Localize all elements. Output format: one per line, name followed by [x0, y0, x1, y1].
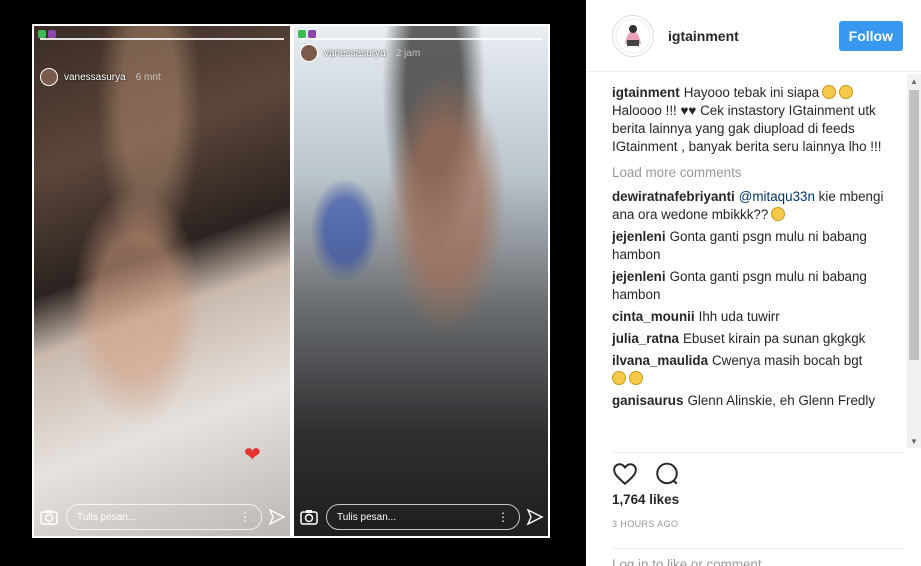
more-dots-icon: ⋮ [239, 510, 251, 524]
send-icon [268, 508, 286, 526]
heart-sticker-icon: ❤ [244, 444, 261, 466]
list-item: ganisaurus Glenn Alinskie, eh Glenn Fredl… [612, 392, 902, 410]
send-icon [526, 508, 544, 526]
comment-text: Ihh uda tuwirr [698, 309, 780, 324]
comment-icon[interactable] [654, 461, 680, 487]
caption-text: Hayooo tebak ini siapa [683, 85, 820, 100]
story-screenshot-left: vanessasurya 6 mnt ❤ Tulis pesan... ⋮ [34, 26, 290, 536]
story-time: 6 mnt [135, 71, 161, 83]
post-image[interactable]: vanessasurya 6 mnt ❤ Tulis pesan... ⋮ va… [32, 24, 550, 538]
comment-text: Glenn Alinskie, eh Glenn Fredly [687, 393, 876, 408]
reply-placeholder: Tulis pesan... [77, 511, 137, 523]
story-username: vanessasurya [324, 47, 386, 59]
caption-username[interactable]: igtainment [612, 85, 680, 100]
story-time: 2 jam [395, 47, 421, 59]
story-avatar [300, 44, 318, 62]
list-item: jejenleni Gonta ganti psgn mulu ni babang… [612, 268, 902, 304]
story-reply-bar: Tulis pesan... ⋮ [298, 504, 544, 530]
comment-username[interactable]: jejenleni [612, 229, 666, 244]
list-item: jejenleni Gonta ganti psgn mulu ni babang… [612, 228, 902, 264]
comment-username[interactable]: dewiratnafebriyanti [612, 189, 735, 204]
comment-username[interactable]: jejenleni [612, 269, 666, 284]
list-item: julia_ratna Ebuset kirain pa sunan gkgkgk [612, 330, 902, 348]
story-user: vanessasurya 2 jam [300, 44, 420, 62]
story-avatar [40, 68, 58, 86]
list-item: ilvana_maulida Cwenya masih bocah bgt [612, 352, 902, 388]
follow-button[interactable]: Follow [838, 20, 903, 51]
list-item: cinta_mounii Ihh uda tuwirr [612, 308, 902, 326]
camera-icon [298, 506, 320, 528]
story-reply-bar: Tulis pesan... ⋮ [38, 504, 286, 530]
comment-text: Cwenya masih bocah bgt [712, 353, 863, 368]
story-username: vanessasurya [64, 71, 126, 83]
story-screenshot-right: vanessasurya 2 jam Tulis pesan... ⋮ [294, 26, 548, 536]
reply-placeholder: Tulis pesan... [337, 511, 397, 523]
list-item: dewiratnafebriyanti @mitaqu33n kie mbengi… [612, 188, 902, 224]
emoji-icon [771, 207, 786, 221]
status-icons [38, 30, 56, 38]
add-comment-section: Log in to like or comment. [612, 548, 902, 566]
story-progress-bar [300, 38, 542, 40]
camera-icon [38, 506, 60, 528]
comment-mention[interactable]: @mitaqu33n [739, 189, 815, 204]
add-comment-text: to like or comment. [648, 557, 766, 566]
login-link[interactable]: Log in [612, 557, 648, 566]
comments-scrollbar[interactable]: ▲ ▼ [907, 74, 921, 448]
emoji-icon [839, 85, 854, 99]
scroll-thumb[interactable] [909, 90, 919, 360]
caption: igtainment Hayooo tebak ini siapa Haloooo… [612, 84, 902, 156]
post-actions [612, 452, 902, 487]
comment-text: Ebuset kirain pa sunan gkgkgk [682, 331, 866, 346]
comment-username[interactable]: julia_ratna [612, 331, 679, 346]
more-dots-icon: ⋮ [497, 510, 509, 524]
post-timestamp: 3 HOURS AGO [612, 519, 679, 529]
load-more-comments-link[interactable]: Load more comments [612, 164, 902, 182]
avatar[interactable] [612, 14, 654, 57]
comments-list: igtainment Hayooo tebak ini siapa Haloooo… [612, 84, 902, 444]
comment-username[interactable]: ilvana_maulida [612, 353, 708, 368]
emoji-icon [612, 371, 626, 385]
post-sidebar: igtainment Follow igtainment Hayooo tebak… [586, 0, 921, 566]
post-image-area: vanessasurya 6 mnt ❤ Tulis pesan... ⋮ va… [0, 0, 586, 566]
scroll-up-arrow-icon[interactable]: ▲ [907, 74, 921, 88]
header-username[interactable]: igtainment [668, 28, 839, 44]
heart-icon[interactable] [612, 461, 638, 487]
scroll-down-arrow-icon[interactable]: ▼ [907, 434, 921, 448]
status-icons [298, 30, 316, 38]
story-progress-bar [40, 38, 284, 40]
comment-username[interactable]: ganisaurus [612, 393, 683, 408]
likes-count[interactable]: 1,764 likes [612, 492, 679, 507]
post-header: igtainment Follow [586, 0, 921, 72]
story-user: vanessasurya 6 mnt [40, 68, 161, 86]
emoji-icon [629, 371, 643, 385]
story-reply-input: Tulis pesan... ⋮ [326, 504, 520, 530]
caption-text-2: Haloooo !!! ♥♥ Cek instastory IGtainment… [612, 103, 882, 154]
story-reply-input: Tulis pesan... ⋮ [66, 504, 262, 530]
emoji-icon [822, 85, 837, 99]
comment-username[interactable]: cinta_mounii [612, 309, 695, 324]
